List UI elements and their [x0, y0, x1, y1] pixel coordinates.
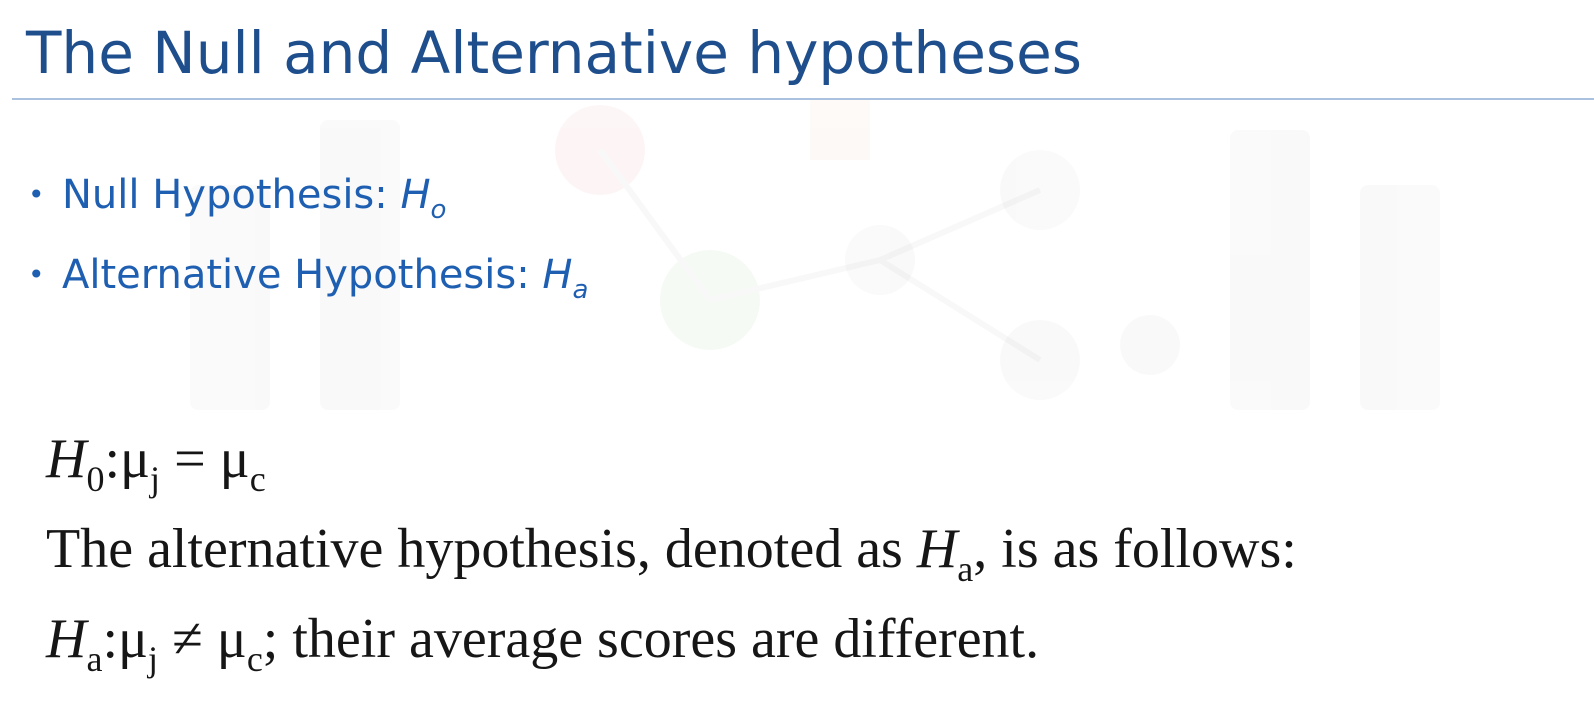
bullet-alternative-hypothesis: • Alternative Hypothesis: Ha: [28, 240, 588, 320]
equation-block: H0:μj = μc The alternative hypothesis, d…: [46, 414, 1297, 684]
bullet-label: Null Hypothesis:: [62, 172, 401, 218]
bullet-list: • Null Hypothesis: Ho • Alternative Hypoth…: [28, 160, 588, 320]
slide: The Null and Alternative hypotheses • Nul…: [0, 0, 1594, 712]
null-hypothesis-symbol: Ho: [400, 172, 447, 225]
title-underline: [12, 98, 1594, 100]
bullet-label: Alternative Hypothesis:: [62, 252, 543, 298]
null-hypothesis-equation: H0:μj = μc: [46, 428, 266, 499]
bullet-null-hypothesis: • Null Hypothesis: Ho: [28, 160, 588, 240]
alternative-hypothesis-symbol: Ha: [542, 252, 589, 305]
bullet-marker: •: [28, 258, 45, 291]
bullet-marker: •: [28, 178, 45, 211]
slide-title: The Null and Alternative hypotheses: [26, 19, 1083, 87]
alternative-hypothesis-subscript: a: [572, 275, 589, 305]
null-hypothesis-subscript: o: [430, 195, 447, 225]
alternative-hypothesis-equation: Ha:μj ≠ μc; their average scores are dif…: [46, 608, 1040, 679]
alternative-hypothesis-description: The alternative hypothesis, denoted as H…: [46, 518, 1297, 589]
